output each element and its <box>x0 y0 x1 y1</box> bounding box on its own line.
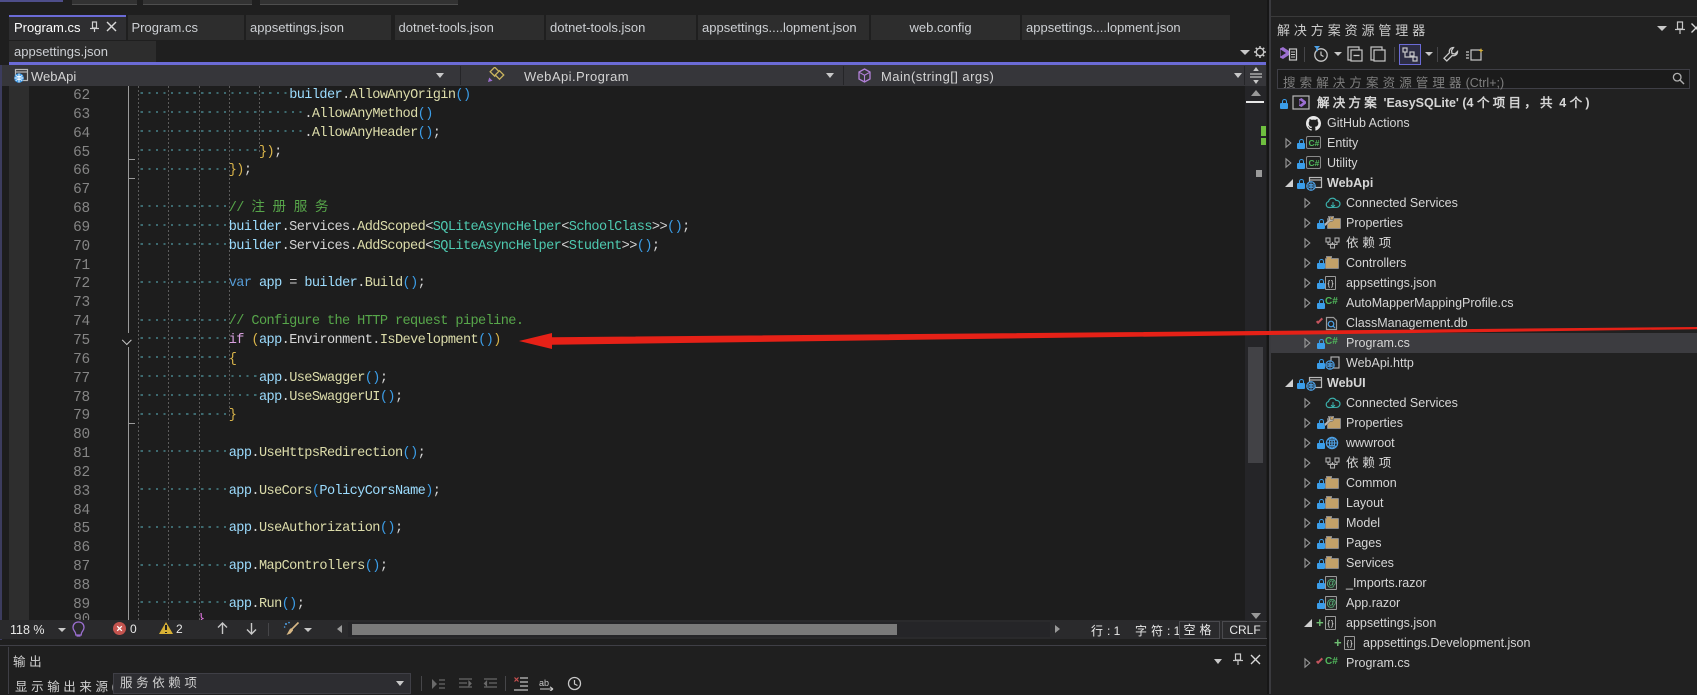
svg-text:ab: ab <box>539 678 549 688</box>
